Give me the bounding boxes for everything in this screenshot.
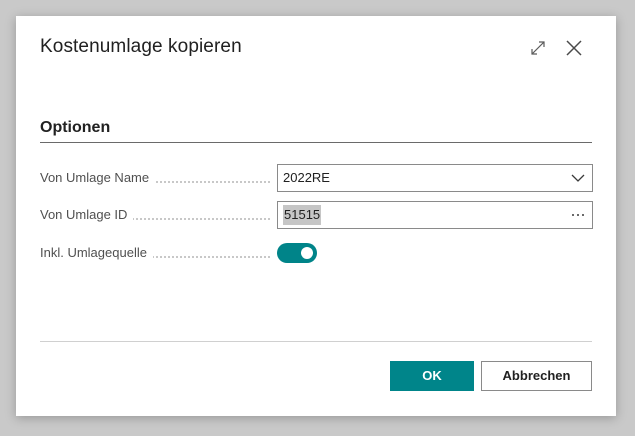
copy-allocation-dialog: Kostenumlage kopieren Optionen Von Umlag… [16,16,616,416]
von-umlage-id-label: Von Umlage ID [40,201,134,229]
von-umlage-id-value: 51515 [283,205,322,225]
cancel-button[interactable]: Abbrechen [481,361,592,391]
toggle-knob [301,247,313,259]
dialog-title: Kostenumlage kopieren [40,36,242,57]
section-title-optionen: Optionen [40,119,111,136]
ellipsis-icon[interactable] [568,205,588,225]
inkl-umlagequelle-toggle[interactable] [277,243,317,263]
field-row-von-umlage-name: Von Umlage Name 2022RE [40,164,593,192]
von-umlage-name-value: 2022RE [283,170,330,185]
von-umlage-name-label: Von Umlage Name [40,164,156,192]
expand-icon[interactable] [528,38,548,58]
ok-button[interactable]: OK [390,361,474,391]
von-umlage-id-input[interactable]: 51515 [277,201,593,229]
chevron-down-icon[interactable] [568,168,588,188]
footer-divider [40,341,592,342]
field-row-inkl-umlagequelle: Inkl. Umlagequelle [40,239,592,267]
close-icon[interactable] [564,38,584,58]
section-divider [40,142,592,143]
field-row-von-umlage-id: Von Umlage ID 51515 [40,201,593,229]
von-umlage-name-dropdown[interactable]: 2022RE [277,164,593,192]
inkl-umlagequelle-label: Inkl. Umlagequelle [40,239,153,267]
